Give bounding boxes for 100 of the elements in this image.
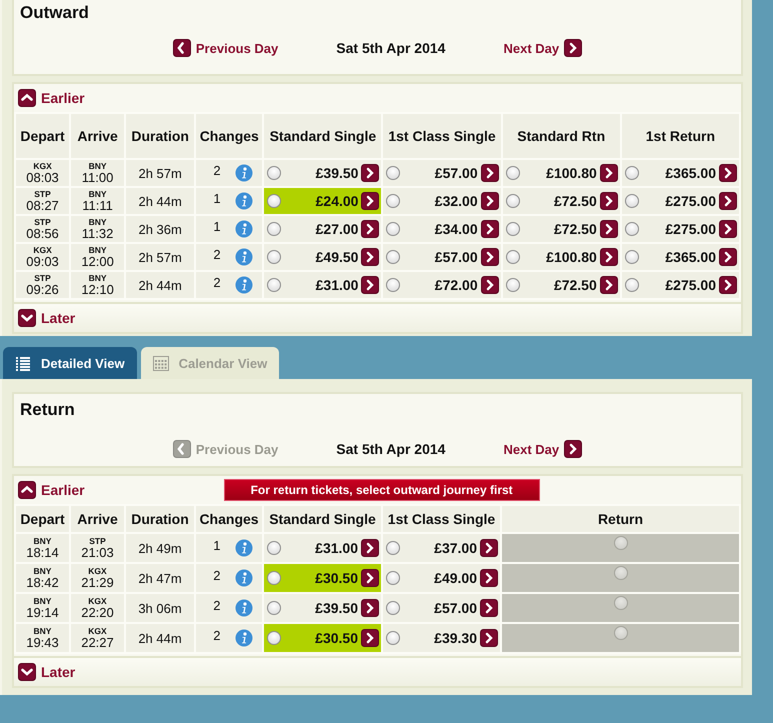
chevron-right-icon: [719, 220, 737, 238]
select-fare-button[interactable]: [480, 629, 498, 647]
changes-count: 2: [213, 568, 220, 582]
select-fare-button[interactable]: [719, 192, 737, 210]
fare-radio[interactable]: [386, 166, 400, 180]
select-fare-button[interactable]: [600, 192, 618, 210]
select-fare-button[interactable]: [600, 276, 618, 294]
fare-radio[interactable]: [386, 250, 400, 264]
select-fare-button[interactable]: [719, 220, 737, 238]
fare-price: £72.50: [552, 193, 597, 209]
select-fare-button[interactable]: [361, 248, 380, 266]
fare-radio[interactable]: [506, 278, 520, 292]
select-fare-button[interactable]: [361, 220, 380, 238]
select-fare-button[interactable]: [480, 599, 498, 617]
info-icon[interactable]: [235, 164, 254, 182]
chevron-right-icon: [480, 276, 499, 294]
fare-radio[interactable]: [624, 166, 639, 180]
fare-radio[interactable]: [506, 166, 520, 180]
time-text: 11:00: [80, 170, 114, 184]
info-icon[interactable]: [234, 569, 253, 587]
fare-price: £31.00: [314, 540, 358, 556]
later-link[interactable]: Later: [18, 309, 76, 327]
station-code: BNY: [88, 218, 108, 226]
info-icon[interactable]: [234, 629, 253, 647]
select-fare-button[interactable]: [480, 539, 498, 557]
earlier-link[interactable]: Earlier: [18, 89, 85, 107]
fare-price: £275.00: [664, 221, 716, 237]
earlier-link[interactable]: Earlier: [18, 481, 85, 499]
select-fare-button[interactable]: [361, 164, 380, 182]
info-icon[interactable]: [235, 248, 254, 266]
fare-radio[interactable]: [624, 194, 639, 208]
fare-radio[interactable]: [386, 571, 400, 585]
column-header: Depart: [16, 506, 69, 532]
select-fare-button[interactable]: [600, 248, 618, 266]
select-fare-button[interactable]: [361, 539, 379, 557]
chevron-right-icon: [480, 629, 498, 647]
later-link[interactable]: Later: [18, 663, 76, 681]
info-icon[interactable]: [235, 220, 254, 238]
chevron-down-icon: [18, 309, 36, 327]
select-fare-button[interactable]: [719, 164, 737, 182]
select-fare-button[interactable]: [480, 248, 499, 266]
select-fare-button[interactable]: [719, 248, 737, 266]
fare-radio[interactable]: [386, 194, 400, 208]
chevron-right-icon: [480, 248, 499, 266]
info-icon[interactable]: [235, 276, 254, 294]
info-icon[interactable]: [234, 539, 253, 557]
fare-radio[interactable]: [267, 250, 282, 264]
select-fare-button[interactable]: [361, 192, 380, 210]
fare-radio[interactable]: [386, 631, 400, 645]
column-header: Arrive: [71, 114, 124, 158]
select-fare-button[interactable]: [480, 192, 499, 210]
chevron-down-icon: [18, 663, 36, 681]
calendar-icon: [152, 356, 169, 370]
fare-price: £39.50: [314, 165, 358, 181]
chevron-right-icon: [361, 192, 380, 210]
select-fare-button[interactable]: [361, 629, 379, 647]
fare-radio[interactable]: [624, 250, 639, 264]
select-fare-button[interactable]: [480, 164, 499, 182]
fare-radio[interactable]: [267, 541, 281, 555]
column-header: Standard Single: [264, 506, 381, 532]
select-fare-button[interactable]: [600, 220, 618, 238]
fare-price: £365.00: [664, 249, 716, 265]
select-fare-button[interactable]: [361, 276, 380, 294]
fare-price: £37.00: [433, 540, 477, 556]
duration-cell: 2h 44m: [126, 188, 194, 214]
fare-radio[interactable]: [506, 222, 520, 236]
fare-radio[interactable]: [386, 278, 400, 292]
chevron-right-icon: [719, 164, 737, 182]
chevron-up-icon: [18, 481, 36, 499]
fare-radio[interactable]: [267, 222, 282, 236]
select-fare-button[interactable]: [361, 599, 379, 617]
fare-radio[interactable]: [267, 194, 282, 208]
fare-radio[interactable]: [386, 222, 400, 236]
fare-radio[interactable]: [267, 601, 281, 615]
info-icon[interactable]: [235, 192, 254, 210]
info-icon[interactable]: [234, 599, 253, 617]
fare-radio[interactable]: [386, 541, 400, 555]
fare-radio[interactable]: [386, 601, 400, 615]
section-title: Outward: [20, 3, 89, 23]
select-fare-button[interactable]: [600, 164, 618, 182]
select-fare-button[interactable]: [480, 276, 499, 294]
fare-radio[interactable]: [506, 250, 520, 264]
view-tab[interactable]: Detailed View: [3, 347, 137, 379]
fare-radio[interactable]: [267, 166, 282, 180]
time-text: 22:20: [80, 606, 115, 620]
column-header: Standard Single: [264, 114, 382, 158]
select-fare-button[interactable]: [480, 220, 499, 238]
section-title: Return: [20, 400, 75, 420]
next-day-link[interactable]: Next Day: [503, 440, 582, 458]
previous-day-link[interactable]: Previous Day: [172, 39, 278, 57]
select-fare-button[interactable]: [719, 276, 737, 294]
fare-radio[interactable]: [624, 278, 639, 292]
fare-radio[interactable]: [267, 631, 281, 645]
select-fare-button[interactable]: [480, 569, 498, 587]
fare-radio[interactable]: [267, 571, 281, 585]
next-day-link[interactable]: Next Day: [503, 39, 582, 57]
fare-radio[interactable]: [267, 278, 282, 292]
fare-radio[interactable]: [506, 194, 520, 208]
select-fare-button[interactable]: [361, 569, 379, 587]
fare-radio[interactable]: [624, 222, 639, 236]
